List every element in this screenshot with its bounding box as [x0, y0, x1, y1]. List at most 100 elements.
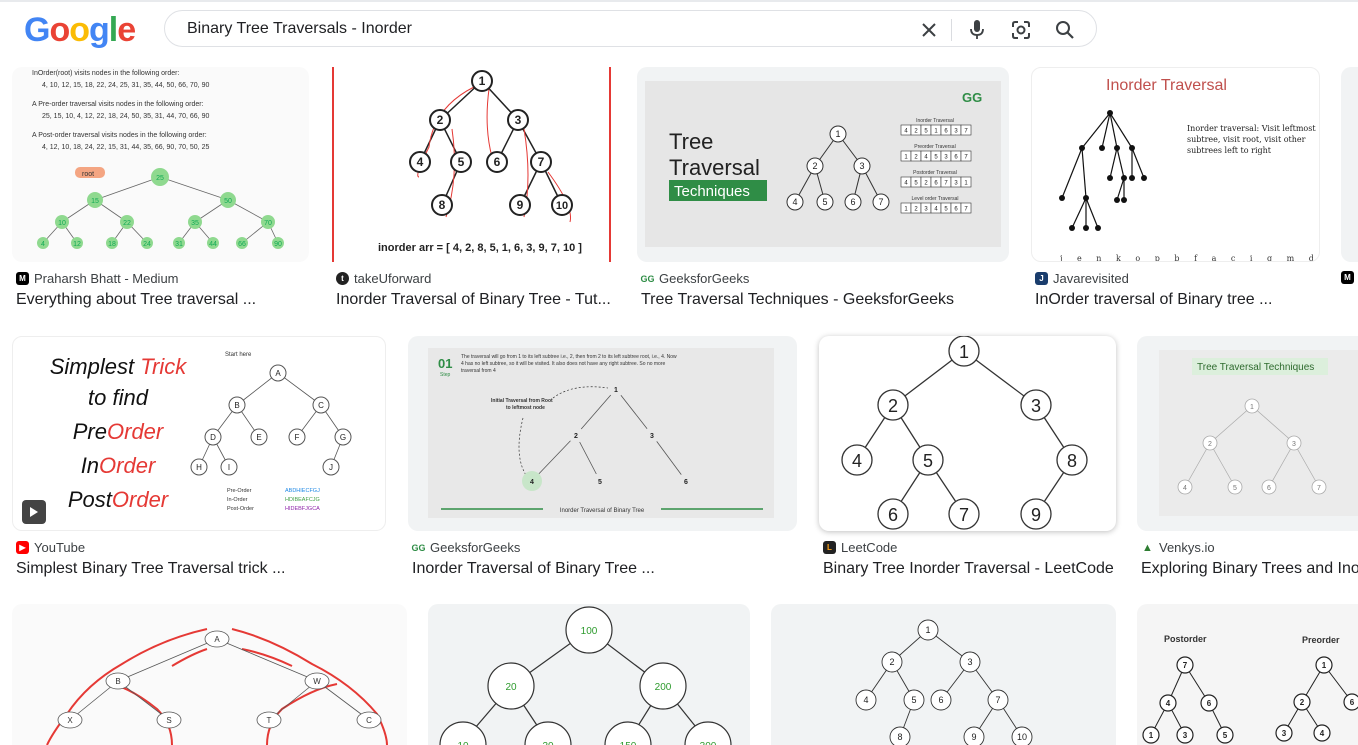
result-card[interactable]: Simplest Trick to find PreOrder InOrder …	[12, 336, 388, 586]
source-name: LeetCode	[841, 540, 898, 555]
tree-node: 8	[897, 732, 902, 742]
tree-node: B	[234, 401, 239, 410]
result-thumbnail: 1 2 3 4 5 8 6 7 9	[819, 336, 1116, 531]
tree-node: C	[366, 716, 372, 725]
thumb-heading: Tree Traversal Techniques	[1197, 362, 1314, 373]
thumb-text: Start here	[225, 352, 252, 358]
tree-node: 6	[850, 197, 855, 207]
search-icon[interactable]	[1052, 17, 1078, 43]
result-title[interactable]: InOrder traversal of Binary tree ...	[1035, 291, 1323, 309]
thumb-text: A Pre-order traversal visits nodes in th…	[32, 101, 204, 108]
search-input[interactable]	[187, 17, 887, 41]
result-card[interactable]: 100 20 200 10 30 150 300	[428, 604, 750, 745]
result-card[interactable]: 1 2 3 4 5 8 6 7 9 L LeetCode Binary Tree…	[819, 336, 1119, 586]
result-source[interactable]: M Praharsh Bhatt - Medium	[16, 271, 179, 286]
tree-node: 1	[479, 74, 486, 88]
tree-node: 7	[1183, 661, 1188, 670]
tree-node: 10	[457, 741, 469, 745]
venkys-icon: ▲	[1141, 541, 1154, 554]
result-title[interactable]: Everything about Tree traversal ...	[16, 291, 312, 309]
thumb-text: 25, 15, 10, 4, 12, 22, 18, 24, 50, 35, 3…	[42, 113, 209, 120]
result-source[interactable]: t takeUforward	[336, 271, 431, 286]
tree-node: 7	[959, 505, 969, 525]
tree-node: 2	[1300, 698, 1305, 707]
thumb-text: The traversal will go from 1 to its left…	[461, 354, 677, 360]
tree-node: 31	[175, 241, 183, 248]
tree-node: W	[313, 677, 321, 686]
result-title[interactable]: Exploring Binary Trees and Inor	[1141, 560, 1358, 578]
result-source[interactable]: J Javarevisited	[1035, 271, 1129, 286]
result-title[interactable]: Simplest Binary Tree Traversal trick ...	[16, 560, 388, 578]
result-card[interactable]: Inorder Traversal Inorder traversal: Vis…	[1031, 67, 1323, 317]
result-title[interactable]: Inorder Traversal of Binary Tree - Tut..…	[336, 291, 614, 309]
tree-node: 4	[417, 155, 424, 169]
result-card[interactable]: 1 2 3 4 5 6 7 8 9 10 inorder arr = [ 4, …	[332, 67, 614, 317]
tree-node: 9	[517, 198, 524, 212]
result-source: M	[1341, 271, 1354, 284]
result-card[interactable]: Postorder Preorder 7 4 6 1 3 5 1 2 6 3 4	[1137, 604, 1358, 745]
result-card[interactable]: A B W X S T C	[12, 604, 407, 745]
tree-node: 7	[878, 197, 883, 207]
result-source[interactable]: GG GeeksforGeeks	[412, 540, 521, 555]
medium-icon: M	[1341, 271, 1354, 284]
tree-node: 6	[684, 479, 688, 486]
tree-node: 300	[700, 741, 717, 745]
tree-node: 5	[822, 197, 827, 207]
tree-node: 2	[574, 433, 578, 440]
tree-node: X	[67, 716, 73, 725]
microphone-icon[interactable]	[964, 17, 990, 43]
tree-node: D	[210, 433, 216, 442]
tree-node: 5	[923, 451, 933, 471]
play-icon[interactable]	[22, 500, 46, 524]
result-thumbnail: Inorder Traversal Inorder traversal: Vis…	[1031, 67, 1320, 262]
tuf-icon: t	[336, 272, 349, 285]
result-title[interactable]: Binary Tree Inorder Traversal - LeetCode	[823, 560, 1119, 578]
result-source[interactable]: ▶ YouTube	[16, 540, 85, 555]
result-card[interactable]: Tree Traversal Techniques GG 1 2 3 4 5 6…	[637, 67, 1012, 317]
result-source[interactable]: L LeetCode	[823, 540, 897, 555]
google-logo[interactable]: Google	[24, 10, 136, 50]
result-card[interactable]: InOrder(root) visits nodes in the follow…	[12, 67, 312, 317]
tree-node: 1	[1149, 731, 1154, 740]
thumb-text: Pre-Order	[227, 488, 252, 494]
thumb-text: to leftmost node	[506, 405, 545, 411]
result-title[interactable]: Inorder Traversal of Binary Tree ...	[412, 560, 800, 578]
tree-node: B	[115, 677, 120, 686]
tree-node: 3	[967, 657, 972, 667]
thumb-text: to find	[88, 385, 149, 410]
tree-node: 12	[73, 241, 81, 248]
result-card[interactable]: Tree Traversal Techniques 1 2 3 4 5 6 7 …	[1137, 336, 1358, 586]
result-thumbnail	[1341, 67, 1358, 262]
tree-node: 8	[1067, 451, 1077, 471]
tree-node: 4	[792, 197, 797, 207]
thumb-text: PreOrder	[73, 419, 165, 444]
search-divider	[951, 19, 952, 41]
tree-node: T	[267, 716, 272, 725]
thumb-caption: inorder arr = [ 4, 2, 8, 5, 1, 6, 3, 9, …	[378, 242, 582, 254]
tree-node: 4	[41, 241, 45, 248]
tree-node: S	[166, 716, 171, 725]
tree-node: 7	[995, 695, 1000, 705]
tree-node: 3	[1031, 396, 1041, 416]
tree-node: 35	[191, 220, 199, 227]
result-source[interactable]: GG GeeksforGeeks	[641, 271, 750, 286]
result-title[interactable]: Tree Traversal Techniques - GeeksforGeek…	[641, 291, 1011, 309]
result-thumbnail: A B W X S T C	[12, 604, 407, 745]
thumb-badge-text: Techniques	[674, 183, 750, 200]
tree-node: 70	[264, 220, 272, 227]
result-card[interactable]: 1 2 3 4 5 6 7 8 9 10	[771, 604, 1116, 745]
result-card-partial[interactable]: M	[1341, 67, 1358, 317]
result-card[interactable]: 01 Step The traversal will go from 1 to …	[408, 336, 800, 586]
clear-icon[interactable]	[916, 17, 942, 43]
tree-node: 7	[538, 155, 545, 169]
thumb-text: 4 has no left subtree, so it will be vis…	[461, 361, 665, 367]
thumb-order: j e n k o p b f a c i g m d h l	[1059, 254, 1320, 262]
tree-node: 66	[238, 241, 246, 248]
tree-node: 10	[1017, 732, 1027, 742]
result-thumbnail: 100 20 200 10 30 150 300	[428, 604, 750, 745]
result-source[interactable]: ▲ Venkys.io	[1141, 540, 1215, 555]
thumb-text: traversal from 4	[461, 368, 496, 374]
camera-lens-icon[interactable]	[1008, 17, 1034, 43]
result-thumbnail: 1 2 3 4 5 6 7 8 9 10 inorder arr = [ 4, …	[332, 67, 611, 262]
thumb-text: HDIBEAFCJG	[285, 497, 320, 503]
